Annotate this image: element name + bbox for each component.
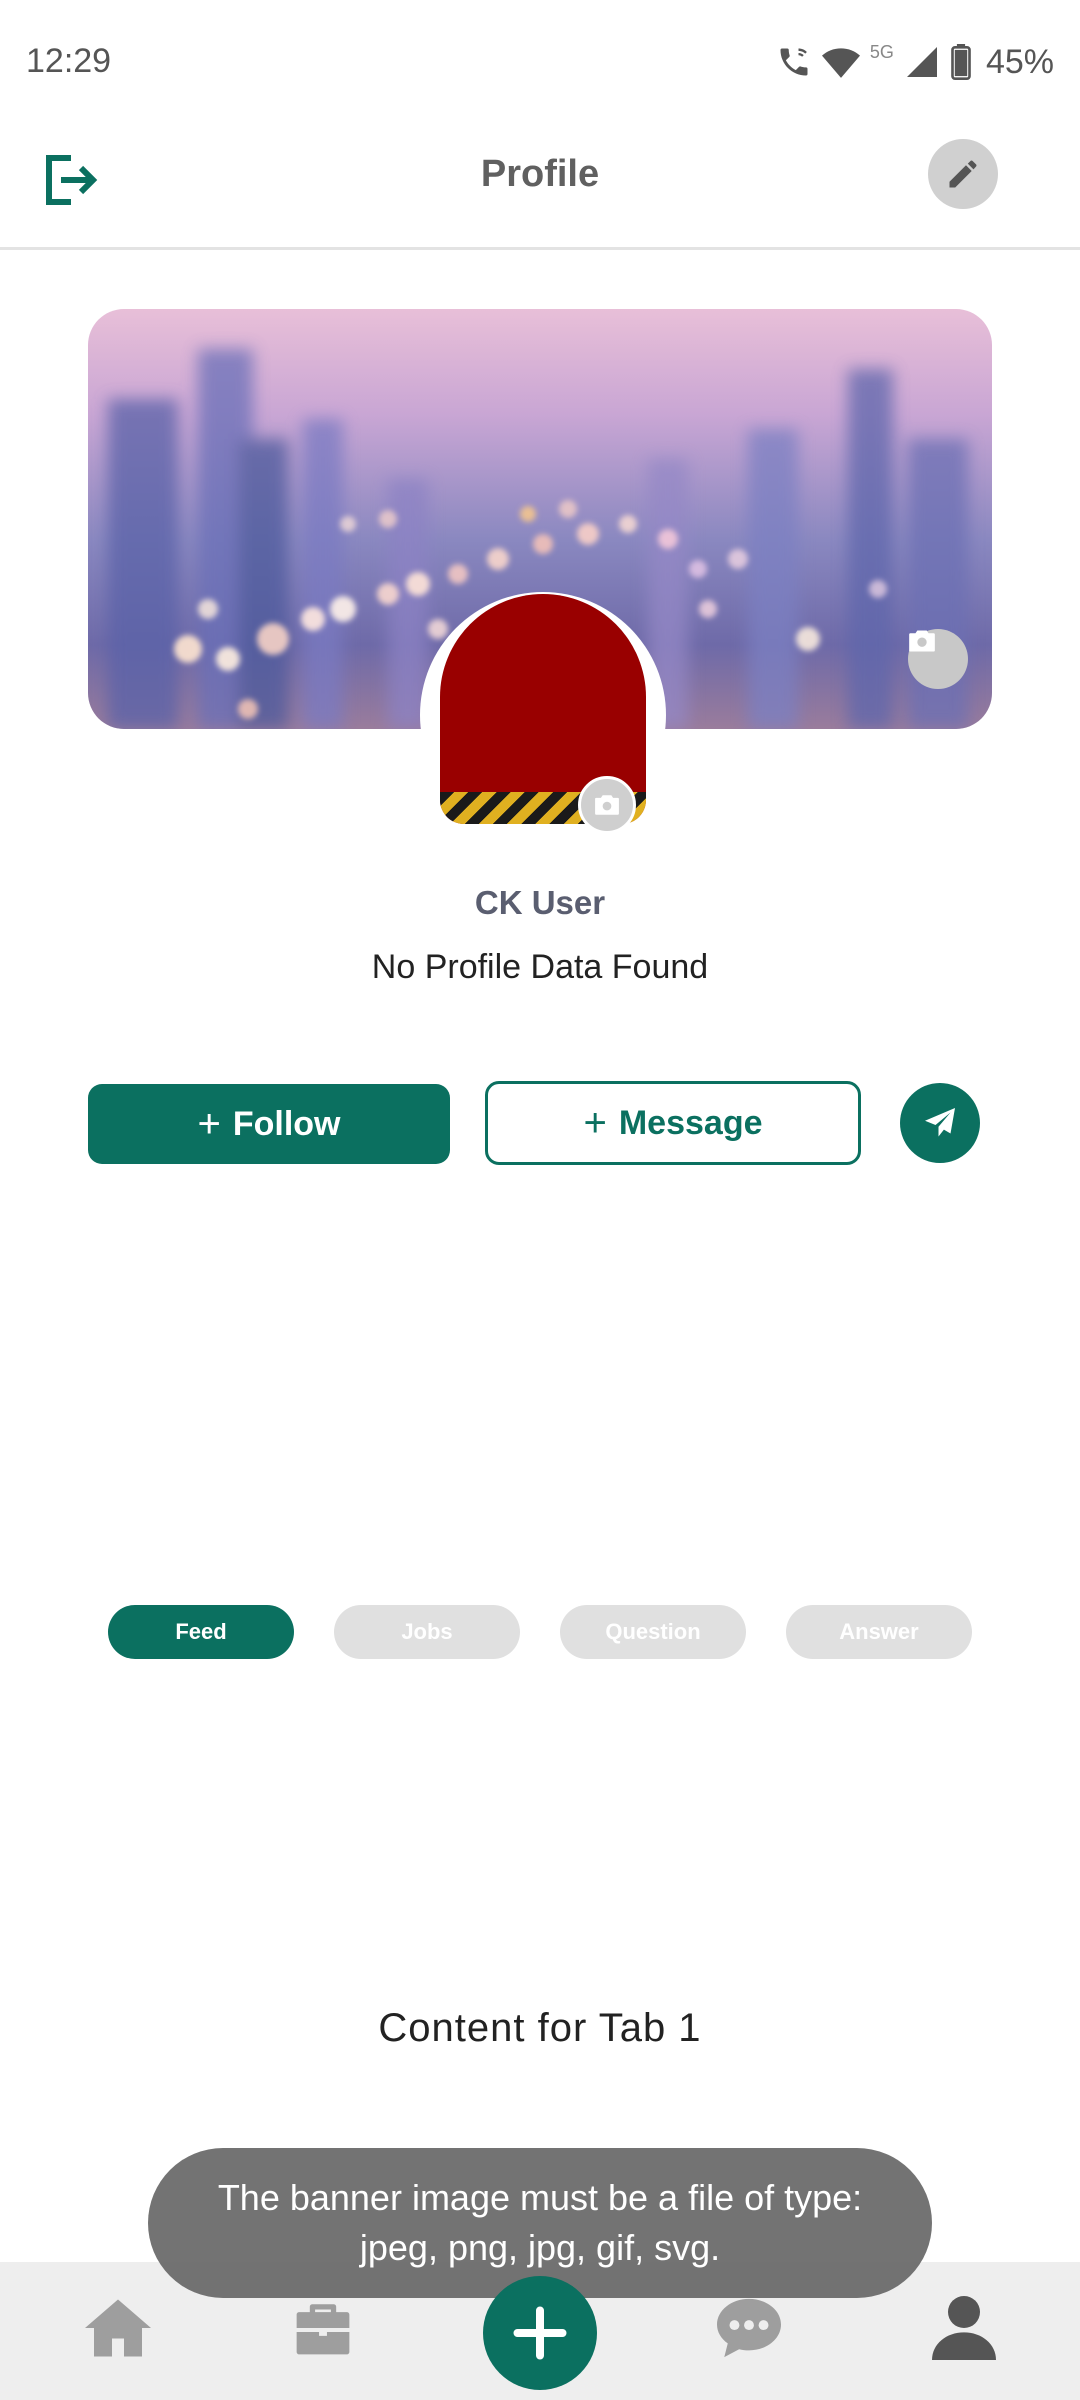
message-label: Message [618, 1103, 763, 1142]
nav-profile[interactable] [924, 2288, 1004, 2368]
send-button[interactable] [900, 1083, 980, 1163]
banner-camera-button[interactable] [908, 629, 968, 689]
tab-feed[interactable]: Feed [108, 1605, 294, 1659]
avatar-camera-button[interactable] [578, 776, 636, 834]
follow-label: Follow [232, 1104, 341, 1143]
message-button[interactable]: + Message [485, 1081, 861, 1165]
add-icon [513, 2306, 567, 2360]
nav-jobs[interactable] [283, 2288, 363, 2368]
nav-chat[interactable] [709, 2288, 789, 2368]
nav-home[interactable] [78, 2288, 158, 2368]
add-post-button[interactable] [483, 2276, 597, 2390]
status-time: 12:29 [26, 42, 112, 80]
camera-icon [909, 630, 935, 652]
status-icons: 5G 45% [776, 40, 1054, 84]
battery-percent: 45% [985, 42, 1054, 81]
camera-icon [595, 795, 619, 815]
pencil-icon [949, 160, 977, 188]
profile-status-text: No Profile Data Found [371, 948, 709, 986]
chat-icon [717, 2298, 781, 2358]
follow-button[interactable]: + Follow [88, 1084, 450, 1164]
profile-screen: 12:29 5G 45% Profile CK User No Profile … [0, 0, 1080, 2400]
plus-icon: + [197, 1102, 221, 1146]
page-title: Profile [480, 153, 600, 195]
network-type: 5G [869, 42, 894, 62]
battery-icon [951, 44, 971, 80]
app-header: Profile [0, 125, 1080, 250]
send-icon [925, 1108, 955, 1137]
wifi-icon [821, 48, 860, 78]
signal-icon [906, 47, 937, 77]
user-icon [932, 2296, 996, 2360]
tab-content-text: Content for Tab 1 [378, 2006, 702, 2050]
status-bar: 12:29 5G 45% [0, 0, 1080, 125]
tab-question[interactable]: Question [560, 1605, 746, 1659]
tab-answer[interactable]: Answer [786, 1605, 972, 1659]
briefcase-icon [296, 2304, 350, 2355]
tab-jobs[interactable]: Jobs [334, 1605, 520, 1659]
user-name: CK User [474, 884, 606, 921]
home-icon [85, 2299, 151, 2357]
plus-icon: + [583, 1101, 607, 1145]
wifi-call-icon [780, 48, 808, 76]
edit-profile-button[interactable] [928, 139, 998, 209]
